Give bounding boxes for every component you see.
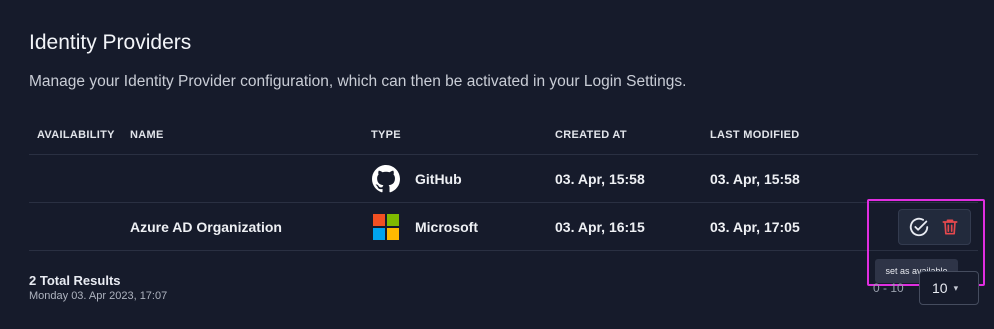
row-actions xyxy=(898,209,971,245)
check-circle-icon xyxy=(909,217,928,237)
trash-icon xyxy=(942,219,958,235)
last-modified: 03. Apr, 17:05 xyxy=(710,219,800,235)
header-created-at: CREATED AT xyxy=(555,129,627,141)
header-name: NAME xyxy=(130,129,164,141)
provider-name: Azure AD Organization xyxy=(130,219,282,235)
set-available-button[interactable] xyxy=(905,213,933,241)
table-header: AVAILABILITY NAME TYPE CREATED AT LAST M… xyxy=(29,114,978,155)
last-modified: 03. Apr, 15:58 xyxy=(710,171,800,187)
header-last-modified: LAST MODIFIED xyxy=(710,129,800,141)
table-row[interactable]: Azure AD Organization Microsoft 03. Apr,… xyxy=(29,203,978,251)
table-row[interactable]: GitHub 03. Apr, 15:58 03. Apr, 15:58 xyxy=(29,155,978,203)
provider-type-label: GitHub xyxy=(415,171,462,187)
timestamp: Monday 03. Apr 2023, 17:07 xyxy=(29,290,168,302)
providers-table: AVAILABILITY NAME TYPE CREATED AT LAST M… xyxy=(29,114,978,251)
delete-button[interactable] xyxy=(936,213,964,241)
pagination-range: 0 - 10 xyxy=(873,281,904,295)
page-size-select[interactable]: 10 ▾ xyxy=(919,271,979,305)
created-at: 03. Apr, 16:15 xyxy=(555,219,645,235)
page-size-value: 10 xyxy=(932,280,948,296)
provider-type: Microsoft xyxy=(372,212,478,242)
page-title: Identity Providers xyxy=(29,31,192,54)
header-type: TYPE xyxy=(371,129,401,141)
total-results: 2 Total Results xyxy=(29,273,121,288)
provider-type-label: Microsoft xyxy=(415,219,478,235)
github-icon xyxy=(372,165,400,193)
microsoft-icon xyxy=(372,213,400,241)
provider-type: GitHub xyxy=(372,164,462,194)
chevron-down-icon: ▾ xyxy=(953,282,959,293)
page-description: Manage your Identity Provider configurat… xyxy=(29,73,687,90)
created-at: 03. Apr, 15:58 xyxy=(555,171,645,187)
header-availability: AVAILABILITY xyxy=(37,129,115,141)
